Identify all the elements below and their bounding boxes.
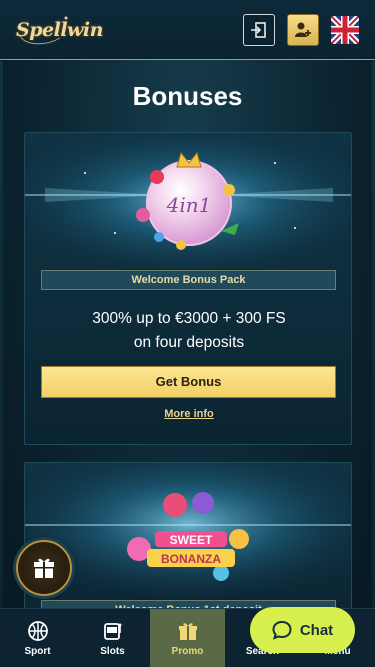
top-header: Spellwin xyxy=(0,0,375,60)
sweet-bonanza-banner: SWEET BONANZA xyxy=(25,463,351,598)
spellwin-logo[interactable]: Spellwin xyxy=(16,12,103,48)
bonus-card-first-deposit: SWEET BONANZA Welcome Bonus 1st deposit xyxy=(24,462,352,608)
main-content[interactable]: Bonuses 4in1 Welcome Bonus Pack 300% up … xyxy=(0,61,375,608)
left-frame xyxy=(0,61,3,608)
welcome-pack-banner: 4in1 xyxy=(25,133,351,268)
nav-item-sport[interactable]: Sport xyxy=(0,609,75,667)
gift-icon xyxy=(34,558,54,578)
add-user-icon xyxy=(295,22,311,37)
chat-label: Chat xyxy=(299,621,334,639)
nav-label-sport: Sport xyxy=(24,646,51,657)
nav-label-promo: Promo xyxy=(171,646,204,657)
slot-machine-icon xyxy=(103,623,121,640)
nav-label-slots: Slots xyxy=(100,646,125,657)
page-title: Bonuses xyxy=(132,81,243,111)
bonus-description-line1: 300% up to €3000 + 300 FS xyxy=(92,310,286,327)
bonus-description: 300% up to €3000 + 300 FS on four deposi… xyxy=(25,307,351,355)
banner-bonanza-text: BONANZA xyxy=(161,552,221,566)
bonus-card-welcome-pack: 4in1 Welcome Bonus Pack 300% up to €3000… xyxy=(24,132,352,445)
chat-bubble-icon xyxy=(272,620,292,640)
banner-4in1-text: 4in1 xyxy=(166,193,212,217)
login-button[interactable] xyxy=(243,14,275,46)
bonus-title: Welcome Bonus Pack xyxy=(41,270,336,290)
register-button[interactable] xyxy=(287,14,319,46)
more-info-label[interactable]: More info xyxy=(164,408,214,420)
basketball-icon xyxy=(27,621,48,641)
banner-sweet-text: SWEET xyxy=(170,533,213,547)
get-bonus-button[interactable]: Get Bonus xyxy=(41,366,336,398)
logo-text: Spellwin xyxy=(16,19,103,41)
more-info-link[interactable]: More info xyxy=(25,408,351,420)
login-icon xyxy=(251,22,266,38)
bonus-description-line2: on four deposits xyxy=(133,334,245,351)
chat-button[interactable]: Chat xyxy=(250,607,355,653)
language-selector[interactable] xyxy=(331,16,359,44)
nav-item-slots[interactable]: Slots xyxy=(75,609,150,667)
uk-flag-icon xyxy=(331,16,359,44)
nav-item-promo[interactable]: Promo xyxy=(150,609,225,667)
gift-icon xyxy=(178,623,197,640)
floating-gift-button[interactable] xyxy=(16,540,72,596)
